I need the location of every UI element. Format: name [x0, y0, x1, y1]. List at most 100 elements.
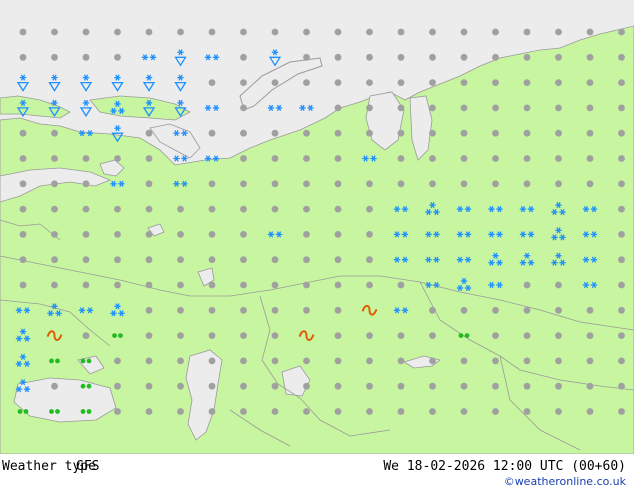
source-credit-link[interactable]: ©weatheronline.co.uk — [504, 475, 626, 488]
snow-symbol — [425, 231, 440, 238]
no-precipitation-dot — [492, 129, 499, 137]
no-precipitation-dot — [208, 357, 216, 365]
no-precipitation-dot — [334, 408, 342, 415]
snow-symbol — [78, 307, 94, 314]
no-precipitation-dot — [114, 231, 121, 238]
no-precipitation-dot — [334, 180, 342, 188]
no-precipitation-dot — [555, 129, 562, 137]
no-precipitation-dot — [82, 180, 90, 188]
no-precipitation-dot — [114, 256, 121, 264]
no-precipitation-dot — [303, 281, 310, 289]
no-precipitation-dot — [114, 155, 121, 162]
model-label: GFS — [76, 459, 100, 474]
no-precipitation-dot — [586, 104, 594, 112]
no-precipitation-dot — [523, 104, 531, 112]
no-precipitation-dot — [618, 332, 625, 339]
snow-shower-symbol — [15, 379, 31, 393]
no-precipitation-dot — [19, 231, 27, 238]
no-precipitation-dot — [19, 256, 27, 264]
no-precipitation-dot — [460, 306, 468, 314]
no-precipitation-dot — [19, 28, 27, 36]
snow-shower-triangle-symbol — [142, 99, 156, 118]
no-precipitation-dot — [303, 408, 310, 415]
freezing-rain-symbol — [361, 304, 378, 316]
no-precipitation-dot — [240, 256, 247, 264]
no-precipitation-dot — [240, 205, 247, 213]
no-precipitation-dot — [82, 281, 90, 289]
no-precipitation-dot — [618, 256, 625, 264]
no-precipitation-dot — [586, 28, 594, 36]
no-precipitation-dot — [303, 256, 310, 264]
no-precipitation-dot — [523, 53, 531, 61]
no-precipitation-dot — [618, 281, 625, 289]
no-precipitation-dot — [51, 205, 58, 213]
no-precipitation-dot — [303, 357, 310, 365]
no-precipitation-dot — [586, 155, 594, 162]
no-precipitation-dot — [240, 357, 247, 365]
no-precipitation-dot — [366, 104, 373, 112]
no-precipitation-dot — [51, 129, 58, 137]
no-precipitation-dot — [366, 357, 373, 365]
no-precipitation-dot — [523, 28, 531, 36]
no-precipitation-dot — [334, 53, 342, 61]
snow-symbol — [456, 206, 472, 213]
no-precipitation-dot — [492, 53, 499, 61]
no-precipitation-dot — [366, 281, 373, 289]
no-precipitation-dot — [271, 256, 279, 264]
no-precipitation-dot — [492, 79, 499, 86]
no-precipitation-dot — [334, 155, 342, 162]
no-precipitation-dot — [82, 155, 90, 162]
no-precipitation-dot — [240, 155, 247, 162]
no-precipitation-dot — [51, 180, 58, 188]
no-precipitation-dot — [618, 53, 625, 61]
map-footer: Weather type GFS We 18-02-2026 12:00 UTC… — [0, 454, 634, 490]
no-precipitation-dot — [271, 28, 279, 36]
no-precipitation-dot — [114, 281, 121, 289]
no-precipitation-dot — [145, 231, 153, 238]
no-precipitation-dot — [586, 408, 594, 415]
snow-symbol — [267, 104, 283, 111]
no-precipitation-dot — [366, 332, 373, 339]
no-precipitation-dot — [492, 28, 499, 36]
no-precipitation-dot — [492, 332, 499, 339]
no-precipitation-dot — [523, 306, 531, 314]
no-precipitation-dot — [240, 180, 247, 188]
snow-shower-triangle-symbol — [79, 74, 93, 92]
no-precipitation-dot — [334, 256, 342, 264]
freezing-rain-symbol — [298, 330, 315, 341]
snow-shower-symbol — [110, 303, 125, 317]
no-precipitation-dot — [82, 332, 90, 339]
no-precipitation-dot — [177, 357, 184, 365]
no-precipitation-dot — [208, 231, 216, 238]
no-precipitation-dot — [523, 79, 531, 86]
snow-symbol — [393, 206, 409, 213]
no-precipitation-dot — [114, 382, 121, 390]
no-precipitation-dot — [303, 180, 310, 188]
no-precipitation-dot — [271, 281, 279, 289]
no-precipitation-dot — [397, 155, 405, 162]
no-precipitation-dot — [397, 129, 405, 137]
no-precipitation-dot — [145, 306, 153, 314]
no-precipitation-dot — [555, 180, 562, 188]
no-precipitation-dot — [208, 129, 216, 137]
no-precipitation-dot — [240, 129, 247, 137]
no-precipitation-dot — [366, 129, 373, 137]
no-precipitation-dot — [271, 408, 279, 415]
no-precipitation-dot — [334, 79, 342, 86]
no-precipitation-dot — [145, 205, 153, 213]
snow-shower-triangle-symbol — [16, 74, 30, 92]
no-precipitation-dot — [177, 408, 184, 415]
no-precipitation-dot — [366, 231, 373, 238]
no-precipitation-dot — [208, 205, 216, 213]
rain-drizzle-symbol — [49, 358, 60, 364]
no-precipitation-dot — [177, 28, 184, 36]
snow-symbol — [519, 231, 535, 238]
no-precipitation-dot — [145, 155, 153, 162]
snow-shower-triangle-symbol — [48, 74, 61, 92]
no-precipitation-dot — [555, 104, 562, 112]
no-precipitation-dot — [271, 382, 279, 390]
no-precipitation-dot — [114, 357, 121, 365]
no-precipitation-dot — [555, 332, 562, 339]
no-precipitation-dot — [492, 104, 499, 112]
no-precipitation-dot — [303, 231, 310, 238]
